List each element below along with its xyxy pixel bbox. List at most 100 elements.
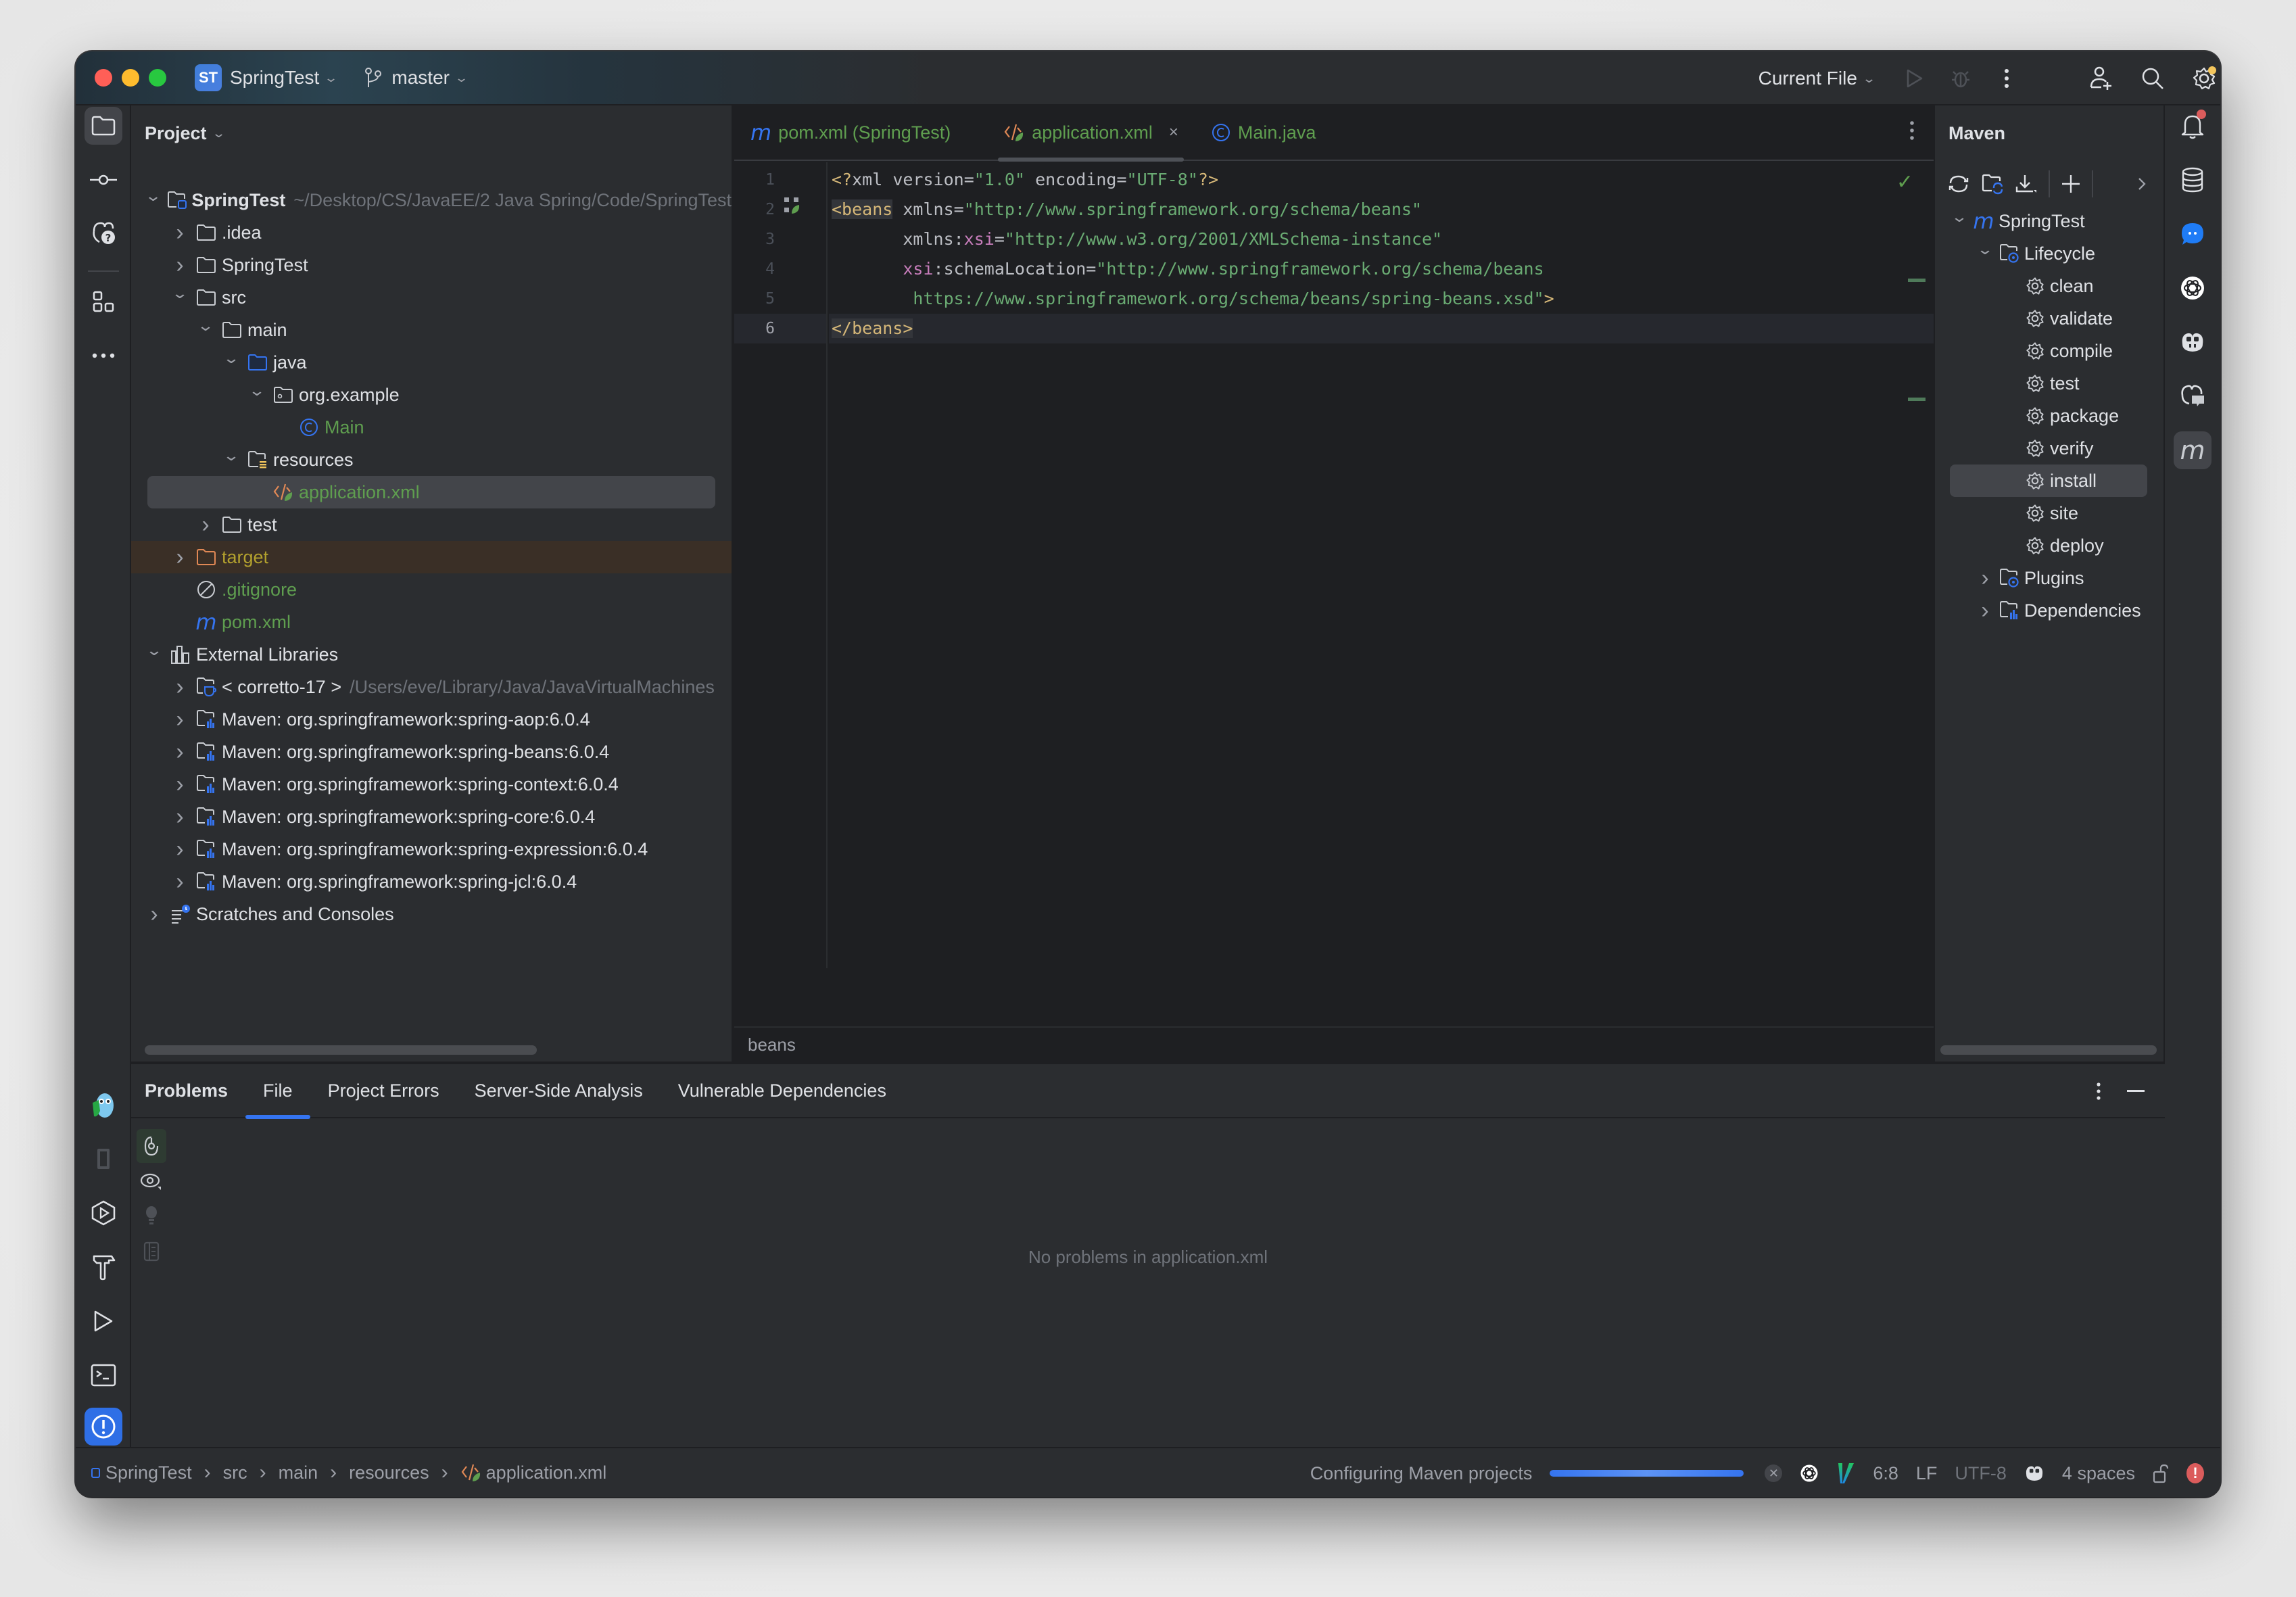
line-separator[interactable]: LF [1916, 1463, 1938, 1484]
chevron-down-icon[interactable]: ⌄ [141, 642, 167, 659]
openai-button[interactable] [2174, 269, 2211, 307]
background-task-label[interactable]: Configuring Maven projects [1310, 1463, 1533, 1484]
tree-item[interactable]: ⌄ org.example [131, 379, 732, 411]
chevron-down-icon[interactable]: ⌄ [166, 285, 193, 302]
problems-tool-button[interactable] [85, 1408, 122, 1446]
tree-item[interactable]: › test [131, 508, 732, 541]
copilot-status-widget[interactable] [2024, 1464, 2044, 1483]
line-number[interactable]: 6 [734, 314, 775, 343]
toolbar-overflow-button[interactable] [2136, 176, 2147, 192]
code-line[interactable]: <?xml version="1.0" encoding="UTF-8"?> [829, 165, 1934, 195]
nav-crumb[interactable]: src [223, 1462, 247, 1483]
line-number[interactable]: 2 [734, 195, 775, 224]
more-actions-button[interactable] [1993, 65, 2020, 92]
code-line[interactable]: xmlns:xsi="http://www.w3.org/2001/XMLSch… [829, 224, 1934, 254]
nav-crumb[interactable]: resources [349, 1462, 429, 1483]
chevron-right-icon[interactable]: › [170, 707, 189, 733]
problems-options-button[interactable] [2096, 1082, 2101, 1101]
generate-sources-button[interactable] [1981, 173, 2004, 195]
line-number[interactable]: 5 [734, 284, 775, 314]
branch-selector[interactable]: master [391, 67, 450, 89]
maven-tree-item[interactable]: ⌄ m SpringTest [1935, 205, 2163, 237]
reload-button[interactable] [1947, 174, 1970, 194]
maven-tree-item[interactable]: verify [1935, 432, 2163, 464]
tree-item[interactable]: › Maven: org.springframework:spring-jcl:6… [131, 865, 732, 898]
maven-tree-item[interactable]: deploy [1935, 529, 2163, 562]
vim-status-widget[interactable] [1836, 1462, 1855, 1485]
chevron-down-icon[interactable]: ⌄ [218, 447, 244, 464]
code-area[interactable]: <?xml version="1.0" encoding="UTF-8"?> <b… [829, 162, 1934, 968]
editor-tab[interactable]: Main.java [1195, 105, 1333, 160]
chevron-down-icon[interactable]: ⌄ [1971, 241, 1998, 258]
maven-tree-item[interactable]: compile [1935, 335, 2163, 367]
chevron-down-icon[interactable]: ⌄ [192, 317, 218, 335]
copilot-button[interactable] [2174, 323, 2211, 361]
tree-item[interactable]: ⌄ resources [131, 444, 732, 476]
editor-tab[interactable]: application.xml × [987, 105, 1195, 162]
caret-position[interactable]: 6:8 [1873, 1463, 1898, 1484]
minimize-window-button[interactable] [122, 69, 139, 87]
code-line[interactable]: </beans> [829, 314, 1934, 343]
notifications-button[interactable] [2174, 107, 2211, 145]
maven-tree-item[interactable]: › Plugins [1935, 562, 2163, 594]
tree-item[interactable]: › < corretto-17 > /Users/eve/Library/Java/… [131, 671, 732, 703]
structure-tool-button[interactable] [85, 283, 122, 320]
chevron-right-icon[interactable]: › [196, 512, 215, 538]
maven-tree-item[interactable]: site [1935, 497, 2163, 529]
tree-item[interactable]: › Maven: org.springframework:spring-core:… [131, 801, 732, 833]
close-window-button[interactable] [95, 69, 112, 87]
code-line[interactable]: xsi:schemaLocation="http://www.springfra… [829, 254, 1934, 284]
chevron-right-icon[interactable]: › [170, 544, 189, 571]
chevron-right-icon[interactable]: › [1976, 598, 1994, 624]
tree-item[interactable]: Main [131, 411, 732, 444]
ide-error-indicator[interactable]: ! [2186, 1463, 2204, 1483]
maven-tree-item[interactable]: validate [1935, 302, 2163, 335]
security-plugin-button[interactable] [85, 1086, 122, 1124]
tree-item[interactable]: ⌄ main [131, 314, 732, 346]
settings-button[interactable] [2191, 65, 2218, 92]
problems-tab[interactable]: Server-Side Analysis [475, 1064, 643, 1118]
view-options-button[interactable] [137, 1164, 166, 1198]
tree-item[interactable]: ⌄ src [131, 281, 732, 314]
tree-item[interactable]: .gitignore [131, 573, 732, 606]
chevron-right-icon[interactable]: › [170, 674, 189, 700]
tab-options-button[interactable] [1909, 120, 1915, 141]
commit-tool-button[interactable] [85, 161, 122, 199]
search-button[interactable] [2139, 65, 2166, 92]
add-maven-project-button[interactable] [2061, 174, 2081, 194]
chevron-right-icon[interactable]: › [170, 869, 189, 895]
download-sources-button[interactable] [2015, 173, 2038, 195]
line-number[interactable]: 1 [734, 165, 775, 195]
project-horizontal-scrollbar[interactable] [145, 1045, 537, 1055]
debug-button[interactable] [1947, 65, 1974, 92]
database-button[interactable] [2174, 161, 2211, 199]
problems-tab[interactable]: Project Errors [328, 1064, 439, 1118]
code-line[interactable]: https://www.springframework.org/schema/b… [829, 284, 1934, 314]
tree-item[interactable]: › .idea [131, 216, 732, 249]
maven-tree-item[interactable]: package [1935, 400, 2163, 432]
close-tab-button[interactable]: × [1169, 123, 1178, 142]
cancel-task-button[interactable]: ✕ [1765, 1464, 1783, 1482]
maven-tree-item[interactable]: install [1935, 464, 2163, 497]
maven-tree-item[interactable]: clean [1935, 270, 2163, 302]
tree-item[interactable]: › Scratches and Consoles [131, 898, 732, 930]
tree-item[interactable]: ⌄ External Libraries [131, 638, 732, 671]
chevron-right-icon[interactable]: › [170, 220, 189, 246]
chevron-down-icon[interactable]: ⌄ [141, 187, 165, 205]
problems-tab[interactable]: Vulnerable Dependencies [678, 1064, 886, 1118]
indent-setting[interactable]: 4 spaces [2062, 1463, 2135, 1484]
more-tools-button[interactable] [85, 337, 122, 375]
tree-item[interactable]: m pom.xml [131, 606, 732, 638]
breadcrumb-item[interactable]: beans [748, 1034, 796, 1055]
copilot-tool-button[interactable]: ? [85, 214, 122, 252]
chevron-right-icon[interactable]: › [170, 739, 189, 765]
tree-item[interactable]: › target [131, 541, 732, 573]
chevron-down-icon[interactable]: ⌄ [218, 350, 244, 367]
project-badge[interactable]: ST [195, 64, 222, 91]
maven-horizontal-scrollbar[interactable] [1940, 1045, 2157, 1055]
chevron-right-icon[interactable]: › [170, 252, 189, 279]
file-encoding[interactable]: UTF-8 [1955, 1463, 2007, 1484]
run-tool-button[interactable] [85, 1302, 122, 1340]
line-number[interactable]: 3 [734, 224, 775, 254]
maven-tool-button[interactable]: m [2174, 431, 2211, 469]
